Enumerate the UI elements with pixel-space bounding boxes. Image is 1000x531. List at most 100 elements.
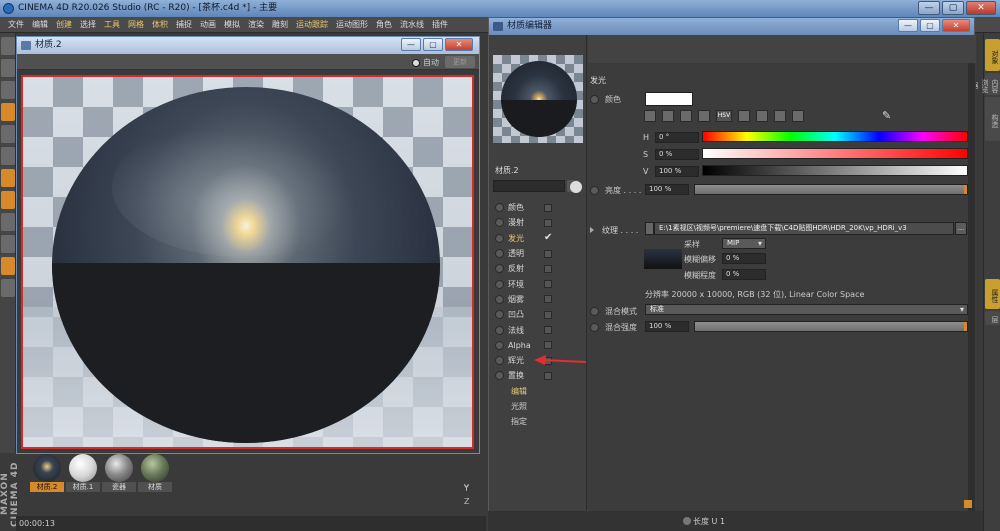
editor-close-button[interactable]: ✕ (942, 19, 970, 32)
preset-icon[interactable] (792, 110, 804, 122)
channel-checkbox[interactable] (544, 295, 552, 304)
menu-simulate[interactable]: 模拟 (220, 19, 244, 30)
menu-mesh[interactable]: 网格 (124, 19, 148, 30)
channel-radio-icon[interactable] (495, 279, 504, 289)
channel-checkbox[interactable] (544, 326, 552, 335)
material-window-maximize-button[interactable]: ▢ (423, 38, 443, 51)
hue-slider[interactable] (702, 131, 968, 142)
channel-checkbox[interactable] (544, 249, 552, 258)
color-wheel-icon[interactable] (644, 110, 656, 122)
axis-tool-icon[interactable] (1, 191, 15, 209)
material-thumb[interactable]: 材质.1 (66, 454, 100, 492)
channel-color[interactable]: 颜色 (495, 200, 585, 215)
texture-thumbnail[interactable] (644, 249, 682, 269)
channel-displacement[interactable]: 置换 (495, 368, 585, 383)
texture-menu-button[interactable] (645, 222, 654, 235)
channel-checkbox[interactable] (544, 341, 552, 350)
saturation-input[interactable]: 0 % (655, 148, 699, 160)
material-window-minimize-button[interactable]: — (401, 38, 421, 51)
channel-radio-icon[interactable] (495, 310, 504, 320)
undo-tool-icon[interactable] (1, 37, 15, 55)
menu-character[interactable]: 角色 (372, 19, 396, 30)
channel-radio-icon[interactable] (495, 203, 504, 213)
sampling-dropdown[interactable]: MIP (722, 238, 766, 249)
channel-radio-icon[interactable] (495, 325, 504, 335)
editor-material-preview[interactable] (493, 55, 583, 143)
menu-motion-tracking[interactable]: 运动跟踪 (292, 19, 332, 30)
channel-radio-icon[interactable] (495, 340, 504, 350)
material-preview-canvas[interactable] (21, 75, 474, 449)
menu-sculpt[interactable]: 雕刻 (268, 19, 292, 30)
material-window-close-button[interactable]: ✕ (445, 38, 473, 51)
value-slider[interactable] (702, 165, 968, 176)
param-radio-icon[interactable] (590, 306, 599, 316)
value-input[interactable]: 100 % (655, 165, 699, 177)
editor-minimize-button[interactable]: — (898, 19, 918, 32)
auto-toggle[interactable]: 自动 (412, 57, 439, 68)
expand-arrow-icon[interactable] (590, 227, 594, 233)
channel-checkbox[interactable] (544, 203, 552, 212)
edges-tool-icon[interactable] (1, 147, 15, 165)
channel-bump[interactable]: 凹凸 (495, 307, 585, 322)
channel-fog[interactable]: 烟雾 (495, 292, 585, 307)
maximize-button[interactable]: ▢ (942, 1, 964, 15)
editor-scrollbar[interactable] (968, 63, 975, 512)
menu-volume[interactable]: 体积 (148, 19, 172, 30)
channel-transparency[interactable]: 透明 (495, 246, 585, 261)
eyedropper-icon[interactable]: ✎ (882, 109, 892, 123)
mix-strength-input[interactable]: 100 % (645, 321, 689, 332)
material-thumb[interactable]: 材质 (138, 454, 172, 492)
tab-objects[interactable]: 对象 (985, 39, 1000, 71)
brightness-input[interactable]: 100 % (645, 184, 689, 195)
menu-mograph[interactable]: 运动图形 (332, 19, 372, 30)
menu-file[interactable]: 文件 (4, 19, 28, 30)
blur-offset-input[interactable]: 0 % (722, 253, 766, 264)
sub-item-assignment[interactable]: 指定 (495, 414, 585, 429)
redo-tool-icon[interactable] (1, 59, 15, 77)
material-thumb[interactable]: 瓷器 (102, 454, 136, 492)
channel-radio-icon[interactable] (495, 218, 504, 228)
blur-scale-input[interactable]: 0 % (722, 269, 766, 280)
material-name-field[interactable] (493, 180, 565, 192)
coordinate-knob-icon[interactable] (683, 517, 691, 525)
material-thumb[interactable]: 材质.2 (30, 454, 64, 492)
menu-tools[interactable]: 工具 (100, 19, 124, 30)
color-mixer-icon[interactable] (756, 110, 768, 122)
hsv-icon[interactable]: HSV (716, 110, 732, 122)
param-radio-icon[interactable] (590, 185, 599, 195)
menu-pipeline[interactable]: 流水线 (396, 19, 428, 30)
channel-alpha[interactable]: Alpha (495, 338, 585, 353)
rgb-icon[interactable] (698, 110, 710, 122)
sub-item-editor[interactable]: 编辑 (495, 384, 585, 399)
snap-tool-icon[interactable] (1, 235, 15, 253)
tab-content-browser[interactable]: 内容浏览器 (971, 73, 1000, 95)
minimize-button[interactable]: — (918, 1, 940, 15)
close-button[interactable]: ✕ (966, 1, 996, 15)
channel-checkbox[interactable] (544, 280, 552, 289)
menu-render[interactable]: 渲染 (244, 19, 268, 30)
polygons-tool-icon[interactable] (1, 169, 15, 187)
channel-luminance[interactable]: 发光 ✔ (495, 231, 585, 246)
channel-radio-icon[interactable] (495, 249, 504, 259)
slider-handle[interactable] (964, 322, 967, 331)
tab-attributes[interactable]: 属性 (985, 279, 1000, 309)
channel-radio-icon[interactable] (495, 264, 504, 274)
channel-checkbox[interactable] (544, 218, 552, 227)
length-value[interactable]: 1 (720, 517, 725, 526)
channel-radio-icon[interactable] (495, 294, 504, 304)
spectrum-icon[interactable] (662, 110, 674, 122)
menu-create[interactable]: 创建 (52, 19, 76, 30)
texture-browse-button[interactable]: ... (955, 222, 967, 235)
param-radio-icon[interactable] (590, 94, 599, 104)
channel-diffusion[interactable]: 漫射 (495, 215, 585, 230)
material-window-titlebar[interactable]: 材质.2 — ▢ ✕ (17, 37, 479, 54)
swatches-icon[interactable] (774, 110, 786, 122)
points-tool-icon[interactable] (1, 125, 15, 143)
spline-tool-icon[interactable] (1, 213, 15, 231)
checker-tool-icon[interactable] (1, 103, 15, 121)
channel-reflectance[interactable]: 反射 (495, 261, 585, 276)
channel-checkbox[interactable] (544, 371, 552, 380)
material-editor-titlebar[interactable]: 材质编辑器 — ▢ ✕ (489, 18, 974, 35)
mix-strength-slider[interactable] (694, 321, 968, 332)
menu-select[interactable]: 选择 (76, 19, 100, 30)
